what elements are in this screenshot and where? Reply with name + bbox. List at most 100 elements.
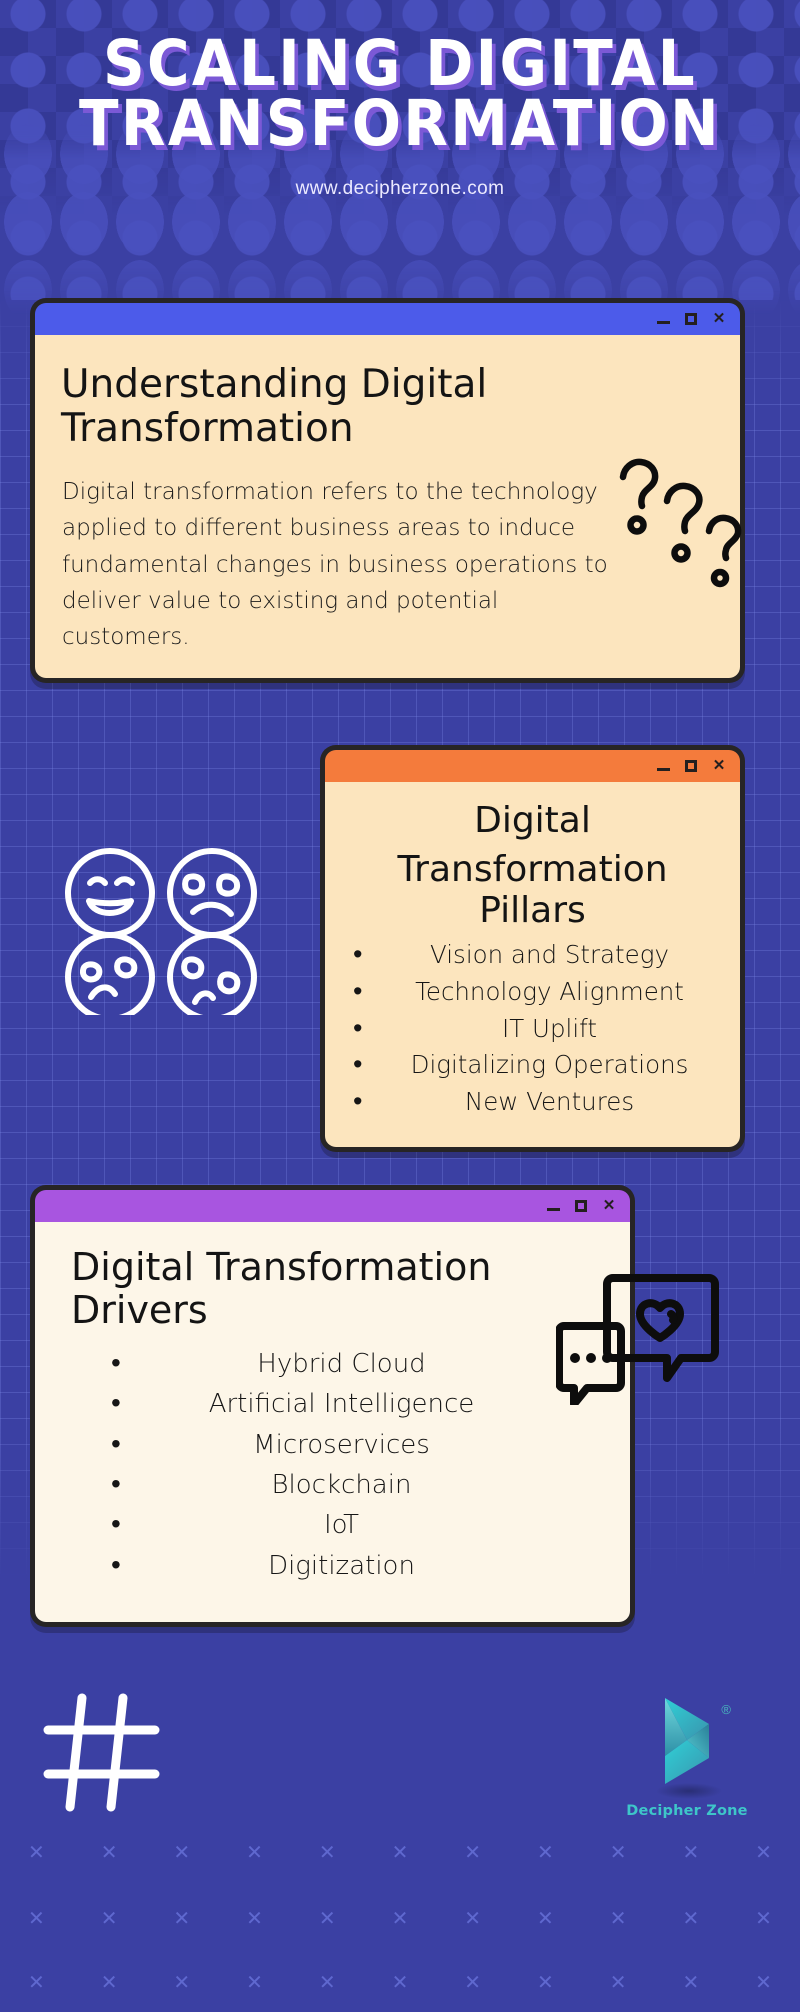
list-item-label: New Ventures bbox=[464, 1086, 635, 1116]
maximize-icon[interactable] bbox=[575, 1200, 587, 1212]
list-item-label: Digitalizing Operations bbox=[410, 1050, 689, 1080]
background-x-mark: ✕ bbox=[391, 1971, 409, 1994]
list-item: • IT Uplift bbox=[339, 1011, 726, 1048]
background-x-mark: ✕ bbox=[609, 1971, 627, 1994]
bullet-glyph: • bbox=[111, 1547, 121, 1581]
list-item: • IoT bbox=[53, 1504, 612, 1544]
background-x-mark: ✕ bbox=[755, 1971, 772, 1994]
card-digital-transformation-drivers: ✕ Digital Transformation Drivers • Hybri… bbox=[30, 1185, 635, 1627]
background-x-mark: ✕ bbox=[755, 1907, 772, 1930]
background-x-mark: ✕ bbox=[318, 1971, 336, 1994]
background-x-mark: ✕ bbox=[391, 1907, 409, 1930]
close-icon[interactable]: ✕ bbox=[602, 1198, 616, 1213]
background-x-mark: ✕ bbox=[464, 1907, 482, 1930]
background-x-mark: ✕ bbox=[682, 1841, 700, 1864]
background-x-mark: ✕ bbox=[173, 1841, 191, 1864]
list-item-label: Technology Alignment bbox=[415, 976, 684, 1006]
drivers-list: • Hybrid Cloud • Artificial Intelligence… bbox=[53, 1343, 612, 1586]
brand-name: Decipher Zone bbox=[626, 1803, 748, 1819]
list-item: • Artificial Intelligence bbox=[53, 1383, 612, 1423]
window-titlebar: ✕ bbox=[35, 303, 740, 335]
background-x-mark: ✕ bbox=[391, 1841, 409, 1864]
background-x-mark: ✕ bbox=[27, 1971, 45, 1994]
poster-header: Scaling Digital Transformation www.decip… bbox=[0, 27, 800, 200]
background-x-mark: ✕ bbox=[100, 1907, 118, 1930]
card-heading-line2: Transformation Pillars bbox=[397, 849, 668, 932]
registered-trademark-icon: ® bbox=[721, 1702, 731, 1717]
list-item: • New Ventures bbox=[339, 1084, 726, 1121]
background-x-mark: ✕ bbox=[464, 1841, 482, 1864]
background-x-row: ✕ ✕ ✕ ✕ ✕ ✕ ✕ ✕ ✕ ✕ ✕ bbox=[0, 1822, 800, 1882]
question-marks-icon bbox=[615, 455, 745, 590]
maximize-icon[interactable] bbox=[685, 760, 697, 772]
background-x-mark: ✕ bbox=[537, 1971, 554, 1994]
minimize-icon[interactable] bbox=[547, 1200, 560, 1213]
bullet-glyph: • bbox=[111, 1466, 121, 1500]
background-x-mark: ✕ bbox=[173, 1907, 191, 1930]
list-item-label: Microservices bbox=[253, 1429, 430, 1460]
pillars-list: • Vision and Strategy • Technology Align… bbox=[339, 937, 726, 1121]
background-x-row: ✕ ✕ ✕ ✕ ✕ ✕ ✕ ✕ ✕ ✕ ✕ bbox=[0, 1888, 800, 1948]
list-item: • Vision and Strategy bbox=[339, 937, 726, 974]
list-item: • Digitalizing Operations bbox=[339, 1047, 726, 1084]
background-x-mark: ✕ bbox=[537, 1907, 554, 1930]
background-x-mark: ✕ bbox=[246, 1841, 263, 1864]
bullet-glyph: • bbox=[353, 939, 363, 971]
card-heading: Digital Transformation Drivers bbox=[71, 1245, 492, 1333]
hashtag-icon bbox=[40, 1690, 165, 1815]
background-x-mark: ✕ bbox=[173, 1971, 191, 1994]
bullet-glyph: • bbox=[353, 1049, 363, 1081]
background-x-row: ✕ ✕ ✕ ✕ ✕ ✕ ✕ ✕ ✕ ✕ ✕ bbox=[0, 1952, 800, 2012]
minimize-icon[interactable] bbox=[657, 313, 670, 326]
background-x-mark: ✕ bbox=[100, 1841, 118, 1864]
background-x-mark: ✕ bbox=[318, 1907, 336, 1930]
card-paragraph: Digital transformation refers to the tec… bbox=[62, 478, 608, 651]
bullet-glyph: • bbox=[111, 1507, 121, 1541]
list-item-label: IoT bbox=[323, 1510, 360, 1541]
card-heading-line1: Digital bbox=[474, 800, 591, 841]
background-x-mark: ✕ bbox=[318, 1841, 336, 1864]
card-digital-transformation-pillars: ✕ Digital Transformation Pillars • Visio… bbox=[320, 745, 745, 1152]
card-heading: Understanding Digital Transformation bbox=[61, 362, 488, 452]
page-title: Scaling Digital Transformation bbox=[79, 27, 721, 160]
list-item-label: IT Uplift bbox=[502, 1013, 597, 1043]
card-body: Digital Transformation Drivers • Hybrid … bbox=[35, 1222, 630, 1622]
maximize-icon[interactable] bbox=[685, 313, 697, 325]
list-item-label: Blockchain bbox=[271, 1469, 412, 1500]
brand-logo: ® Decipher Zone bbox=[622, 1694, 752, 1819]
window-titlebar: ✕ bbox=[325, 750, 740, 782]
background-x-mark: ✕ bbox=[537, 1841, 554, 1864]
list-item: • Digitization bbox=[53, 1545, 612, 1585]
emoji-faces-icon bbox=[60, 845, 265, 1022]
background-x-mark: ✕ bbox=[27, 1907, 45, 1930]
bullet-glyph: • bbox=[111, 1345, 121, 1379]
decipher-zone-logo-icon: ® bbox=[647, 1694, 731, 1799]
background-x-mark: ✕ bbox=[682, 1971, 700, 1994]
list-item-label: Hybrid Cloud bbox=[257, 1348, 426, 1379]
bullet-glyph: • bbox=[111, 1426, 121, 1460]
chat-heart-icon bbox=[555, 1270, 721, 1408]
background-x-mark: ✕ bbox=[27, 1841, 45, 1864]
bullet-glyph: • bbox=[353, 975, 363, 1007]
close-icon[interactable]: ✕ bbox=[712, 758, 726, 773]
minimize-icon[interactable] bbox=[657, 760, 670, 773]
list-item-label: Artificial Intelligence bbox=[208, 1389, 475, 1420]
card-body: Digital Transformation Pillars • Vision … bbox=[325, 782, 740, 1147]
background-x-mark: ✕ bbox=[609, 1841, 627, 1864]
list-item: • Technology Alignment bbox=[339, 974, 726, 1011]
bullet-glyph: • bbox=[353, 1085, 363, 1117]
website-url: www.decipherzone.com bbox=[295, 177, 505, 199]
list-item: • Microservices bbox=[53, 1424, 612, 1464]
list-item-label: Vision and Strategy bbox=[430, 940, 669, 970]
bullet-glyph: • bbox=[353, 1012, 363, 1044]
background-x-mark: ✕ bbox=[246, 1907, 263, 1930]
list-item: • Hybrid Cloud bbox=[53, 1343, 612, 1383]
background-x-mark: ✕ bbox=[100, 1971, 118, 1994]
background-x-mark: ✕ bbox=[755, 1841, 772, 1864]
window-titlebar: ✕ bbox=[35, 1190, 630, 1222]
list-item: • Blockchain bbox=[53, 1464, 612, 1504]
bullet-glyph: • bbox=[111, 1386, 121, 1420]
close-icon[interactable]: ✕ bbox=[712, 311, 726, 326]
background-x-mark: ✕ bbox=[464, 1971, 482, 1994]
background-x-mark: ✕ bbox=[682, 1907, 700, 1930]
